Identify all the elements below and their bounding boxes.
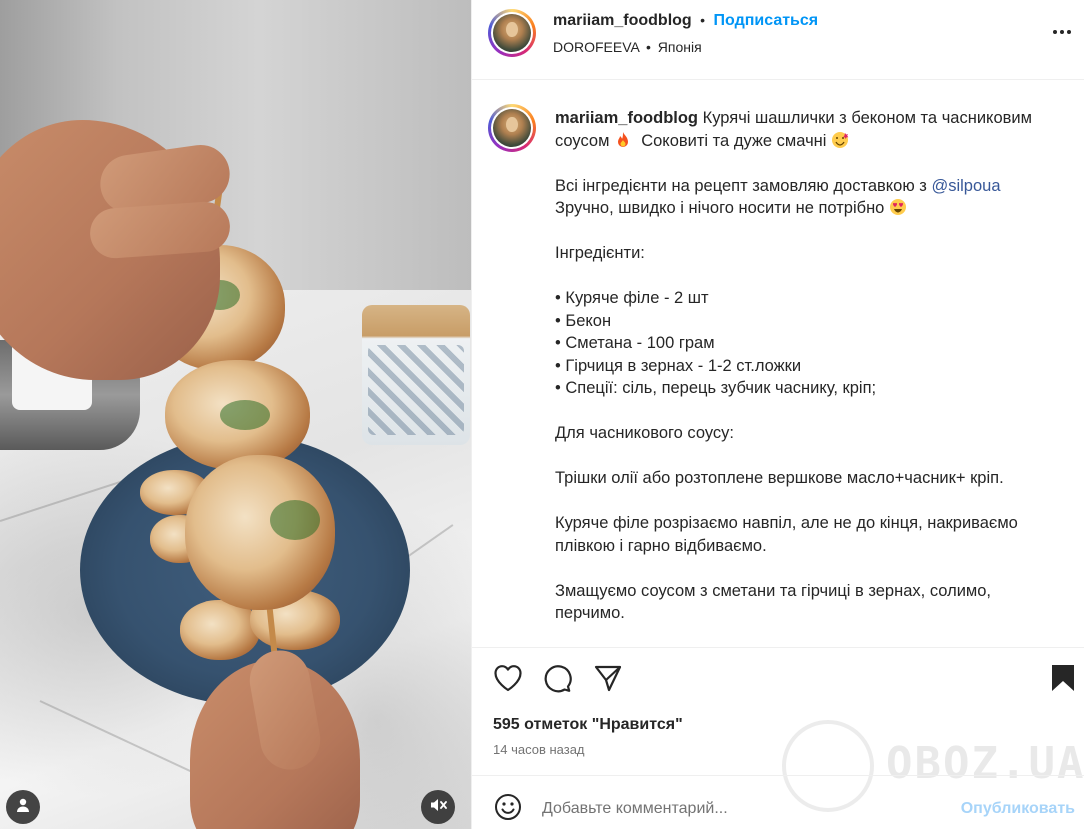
post-header: mariiam_foodblog • Подписаться DOROFEEVA… — [472, 0, 1084, 80]
sound-off-icon — [429, 796, 447, 819]
save-button[interactable] — [1047, 664, 1079, 696]
publish-button[interactable]: Опубликовать — [961, 800, 1075, 818]
caption-username[interactable]: mariiam_foodblog — [555, 109, 698, 127]
send-paper-plane-icon — [593, 663, 623, 698]
smiling-hearts-icon — [831, 131, 849, 150]
comment-bar: Добавьте комментарий... Опубликовать — [472, 775, 1084, 829]
ingredients-title: Інгредієнти: — [555, 244, 645, 262]
ingredient-item: • Куряче філе - 2 шт — [555, 289, 709, 307]
dill-garnish — [220, 400, 270, 430]
step-text: Куряче філе розрізаємо навпіл, але не до… — [555, 514, 1023, 555]
follow-button[interactable]: Подписаться — [714, 12, 819, 29]
separator-dot: • — [700, 12, 706, 28]
caption-line: Всі інгредієнти на рецепт замовляю доста… — [555, 176, 927, 195]
caption: mariiam_foodblog Курячі шашлички з бекон… — [555, 107, 1060, 625]
dill-garnish — [270, 500, 320, 540]
location-link[interactable]: Японія — [658, 39, 702, 55]
mute-button[interactable] — [421, 790, 455, 824]
smiley-icon — [494, 793, 522, 826]
step-text: Змащуємо соусом з сметани та гірчиці в з… — [555, 581, 996, 623]
share-button[interactable] — [592, 664, 624, 696]
finger — [88, 200, 232, 260]
emoji-button[interactable] — [492, 793, 524, 825]
comment-button[interactable] — [541, 664, 573, 696]
sauce-text: Трішки олії або розтоплене вершкове масл… — [555, 469, 1004, 487]
caption-area: mariiam_foodblog Курячі шашлички з бекон… — [472, 80, 1084, 647]
tagged-users-button[interactable] — [6, 790, 40, 824]
avatar[interactable] — [488, 9, 536, 57]
separator-dot: • — [645, 39, 651, 55]
bookmark-filled-icon — [1051, 664, 1075, 697]
fire-icon — [614, 131, 632, 150]
like-button[interactable] — [492, 664, 524, 696]
post-sidebar: mariiam_foodblog • Подписаться DOROFEEVA… — [471, 0, 1084, 829]
caption-line: Зручно, швидко і нічого носити не потріб… — [555, 199, 885, 217]
audio-link[interactable]: DOROFEEVA — [553, 39, 639, 55]
storage-jar — [362, 305, 470, 445]
mention-link[interactable]: @silpoua — [931, 177, 1000, 195]
comment-bubble-icon — [542, 663, 572, 698]
post-media[interactable] — [0, 0, 471, 829]
comment-input[interactable]: Добавьте комментарий... — [542, 800, 728, 818]
author-username[interactable]: mariiam_foodblog — [553, 12, 692, 29]
caption-line: Соковиті та дуже смачні — [641, 131, 827, 150]
ingredient-item: • Сметана - 100 грам — [555, 334, 715, 352]
post-timestamp[interactable]: 14 часов назад — [493, 742, 585, 757]
more-options-button[interactable] — [1046, 18, 1078, 50]
likes-count[interactable]: 595 отметок "Нравится" — [493, 716, 683, 734]
heart-icon — [493, 664, 523, 697]
heart-eyes-icon — [889, 199, 907, 217]
ingredient-item: • Гірчиця в зернах - 1-2 ст.ложки — [555, 356, 802, 375]
caption-avatar[interactable] — [488, 104, 536, 152]
ingredient-item: • Бекон — [555, 311, 612, 330]
more-horizontal-icon — [1050, 20, 1074, 49]
ingredient-item: • Спеції: сіль, перець зубчик часнику, к… — [555, 379, 877, 397]
sauce-title: Для часникового соусу: — [555, 424, 735, 442]
user-icon — [15, 797, 31, 818]
